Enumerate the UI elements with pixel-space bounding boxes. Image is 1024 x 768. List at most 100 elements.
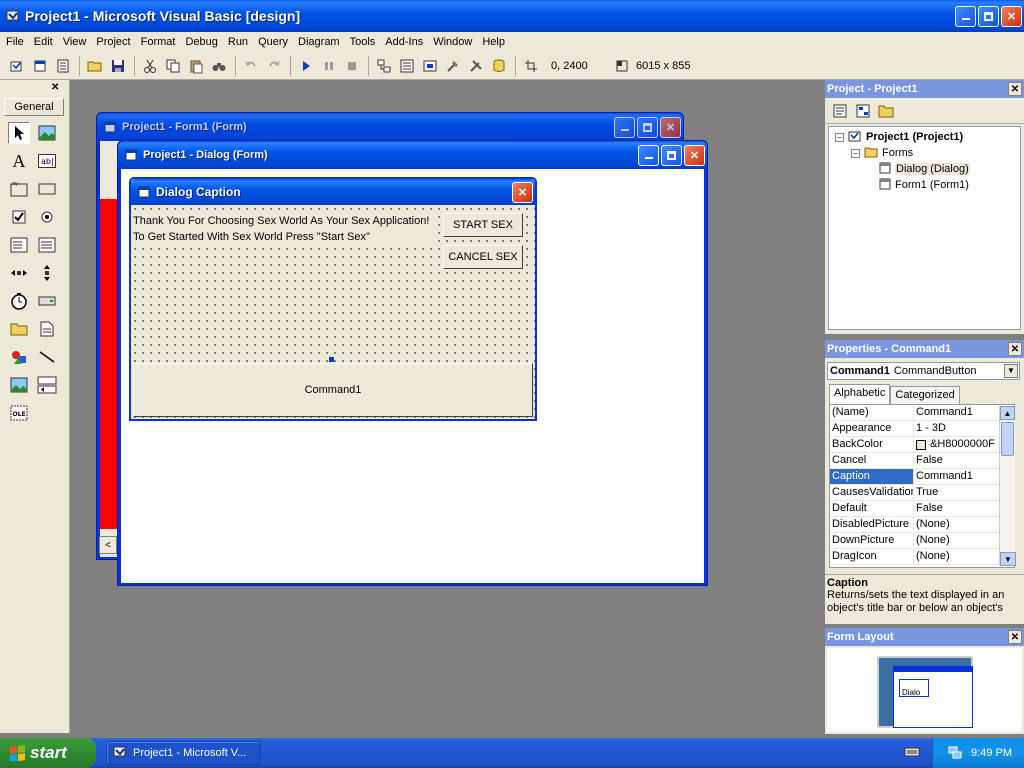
menu-edit[interactable]: Edit (34, 36, 53, 48)
scroll-up-button[interactable]: ▲ (1000, 406, 1015, 420)
toggle-folders-button[interactable] (875, 100, 897, 122)
menu-add-ins[interactable]: Add-Ins (385, 36, 423, 48)
form-layout-button[interactable] (419, 55, 441, 77)
scroll-thumb[interactable] (1001, 422, 1014, 456)
dialog-designer[interactable]: Dialog Caption ✕ Thank You For Choosing … (129, 177, 537, 421)
tool-picturebox[interactable] (36, 122, 58, 144)
taskbar-item-vb[interactable]: Project1 - Microsoft V... (106, 741, 261, 765)
app-title-bar[interactable]: Project1 - Microsoft Visual Basic [desig… (0, 0, 1024, 32)
property-row[interactable]: DragIcon (None) (830, 549, 1014, 565)
clock[interactable]: 9:49 PM (971, 747, 1012, 759)
property-row[interactable]: Cancel False (830, 453, 1014, 469)
tool-dirlistbox[interactable] (8, 318, 30, 340)
project-explorer-button[interactable] (373, 55, 395, 77)
find-button[interactable] (208, 55, 230, 77)
form1-close-button[interactable]: ✕ (660, 116, 681, 138)
redo-button[interactable] (263, 55, 285, 77)
tool-frame[interactable]: xy (8, 178, 30, 200)
command1-button[interactable]: Command1 (133, 363, 533, 417)
selection-handle[interactable] (329, 357, 334, 362)
tree-node-dialog[interactable]: Dialog (Dialog) (879, 161, 1014, 177)
tool-textbox[interactable]: ab| (36, 150, 58, 172)
dialog-message-label[interactable]: Thank You For Choosing Sex World As Your… (133, 213, 433, 245)
property-row[interactable]: BackColor &H8000000F (830, 437, 1014, 453)
tool-shape[interactable] (8, 346, 30, 368)
undo-button[interactable] (240, 55, 262, 77)
tree-node-project1[interactable]: − Project1 (Project1) (835, 129, 1014, 145)
menu-debug[interactable]: Debug (185, 36, 217, 48)
dialog-form-window[interactable]: Project1 - Dialog (Form) ✕ Dialog Captio… (117, 140, 708, 586)
cancel-sex-button[interactable]: CANCEL SEX (443, 245, 523, 269)
toolbox-button[interactable] (465, 55, 487, 77)
dialog-form-close-button[interactable]: ✕ (684, 144, 705, 166)
scroll-down-button[interactable]: ▼ (1000, 552, 1016, 566)
tree-node-form1[interactable]: Form1 (Form1) (879, 177, 1014, 193)
open-project-button[interactable] (84, 55, 106, 77)
property-row[interactable]: Default False (830, 501, 1014, 517)
view-object-button[interactable] (852, 100, 874, 122)
tool-listbox[interactable] (36, 234, 58, 256)
keyboard-tray-icon[interactable] (904, 744, 920, 760)
dialog-close-button[interactable]: ✕ (512, 181, 533, 203)
save-project-button[interactable] (107, 55, 129, 77)
cut-button[interactable] (139, 55, 161, 77)
menu-window[interactable]: Window (433, 36, 472, 48)
property-row[interactable]: Caption Command1 (830, 469, 1014, 485)
properties-close-button[interactable]: ✕ (1008, 342, 1022, 356)
menu-format[interactable]: Format (141, 36, 176, 48)
tool-optionbutton[interactable] (36, 206, 58, 228)
form1-title-bar[interactable]: Project1 - Form1 (Form) ✕ (97, 113, 683, 141)
tool-drivelistbox[interactable] (36, 290, 58, 312)
object-browser-button[interactable] (442, 55, 464, 77)
menu-project[interactable]: Project (96, 36, 130, 48)
dialog-caption-bar[interactable]: Dialog Caption ✕ (131, 179, 535, 205)
object-selector[interactable]: Command1 CommandButton ▼ (827, 362, 1020, 380)
paste-button[interactable] (185, 55, 207, 77)
menu-help[interactable]: Help (482, 36, 505, 48)
form1-minimize-button[interactable] (614, 116, 635, 138)
menu-run[interactable]: Run (228, 36, 248, 48)
tool-commandbutton[interactable] (36, 178, 58, 200)
copy-button[interactable] (162, 55, 184, 77)
start-sex-button[interactable]: START SEX (443, 213, 523, 237)
tool-vscrollbar[interactable] (36, 262, 58, 284)
menu-file[interactable]: File (6, 36, 24, 48)
property-row[interactable]: CausesValidation True (830, 485, 1014, 501)
tool-filelistbox[interactable] (36, 318, 58, 340)
property-row[interactable]: DisabledPicture (None) (830, 517, 1014, 533)
tool-label[interactable]: A (8, 150, 30, 172)
property-row[interactable]: (Name) Command1 (830, 405, 1014, 421)
add-form-button[interactable] (29, 55, 51, 77)
form1-maximize-button[interactable] (637, 116, 658, 138)
tool-timer[interactable] (8, 290, 30, 312)
tool-pointer[interactable] (8, 122, 30, 144)
network-tray-icon[interactable] (947, 744, 963, 763)
minimize-button[interactable] (955, 5, 976, 27)
menu-editor-button[interactable] (52, 55, 74, 77)
start-button[interactable]: start (0, 738, 96, 768)
tool-combobox[interactable] (8, 234, 30, 256)
tool-line[interactable] (36, 346, 58, 368)
tool-ole[interactable]: OLE (8, 402, 30, 424)
layout-thumb-dialog[interactable]: Dialo (899, 679, 929, 697)
close-button[interactable]: ✕ (1001, 5, 1022, 27)
start-run-button[interactable] (295, 55, 317, 77)
dialog-form-maximize-button[interactable] (661, 144, 682, 166)
menu-diagram[interactable]: Diagram (298, 36, 340, 48)
add-project-button[interactable] (6, 55, 28, 77)
tool-checkbox[interactable] (8, 206, 30, 228)
toolbox-close-button[interactable]: ✕ (51, 82, 63, 94)
form1-scroll-left-button[interactable]: < (99, 536, 117, 554)
tab-alphabetic[interactable]: Alphabetic (829, 384, 891, 404)
tool-image[interactable] (8, 374, 30, 396)
menu-query[interactable]: Query (258, 36, 288, 48)
toolbox-tab-general[interactable]: General (4, 98, 64, 116)
tool-hscrollbar[interactable] (8, 262, 30, 284)
property-row[interactable]: Appearance 1 - 3D (830, 421, 1014, 437)
dialog-form-title-bar[interactable]: Project1 - Dialog (Form) ✕ (118, 141, 707, 169)
maximize-button[interactable] (978, 5, 999, 27)
dialog-form-minimize-button[interactable] (638, 144, 659, 166)
tree-node-forms[interactable]: − Forms (851, 145, 1014, 161)
end-button[interactable] (341, 55, 363, 77)
tab-categorized[interactable]: Categorized (890, 386, 960, 404)
